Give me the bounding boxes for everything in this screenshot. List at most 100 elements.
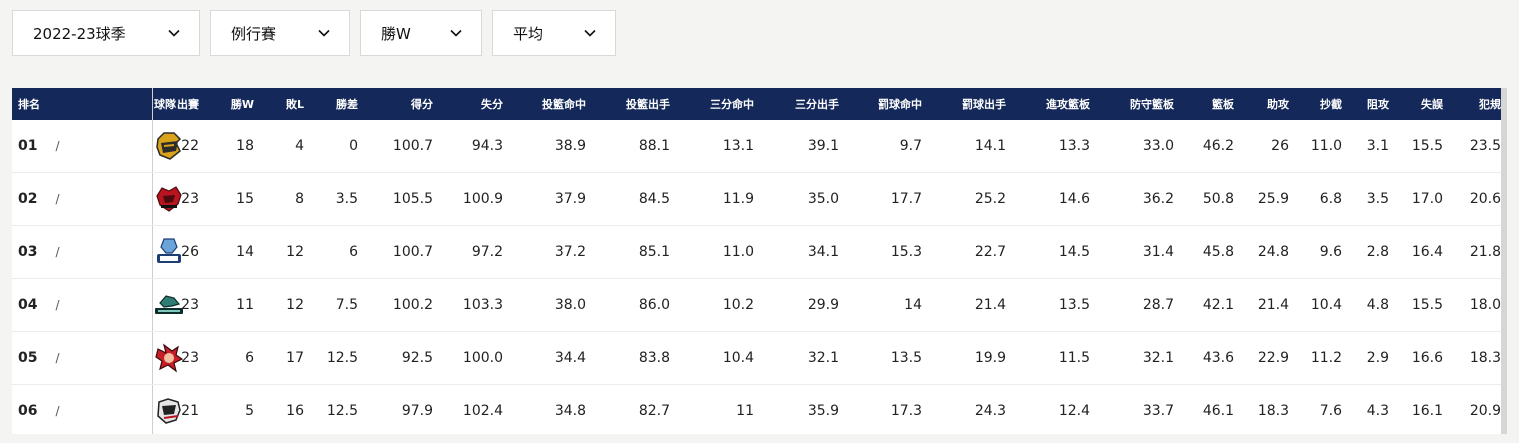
column-header[interactable]: 進攻籃板 — [1012, 88, 1096, 120]
stat-cell: 24.3 — [928, 384, 1012, 434]
stat-cell: 11.2 — [1295, 331, 1348, 385]
column-header[interactable]: 勝差 — [310, 88, 364, 120]
table-row[interactable]: 06/21 5 16 12.5 97.9 102.4 34.8 82.7 11 35.9 17.3 2… — [12, 384, 1501, 434]
column-header[interactable]: 勝W — [205, 88, 260, 120]
column-header[interactable]: 投籃命中 — [509, 88, 592, 120]
stat-cell: 12.5 — [310, 331, 364, 385]
stat-cell: 39.1 — [760, 120, 845, 173]
column-header[interactable]: 排名 — [12, 88, 74, 120]
team-cell[interactable] — [74, 225, 181, 279]
column-header[interactable]: 球隊 — [74, 88, 176, 120]
team-cell[interactable] — [74, 384, 181, 434]
rank-number: 06 — [18, 403, 38, 419]
rank-cell: 02 / — [12, 172, 74, 226]
column-header[interactable]: 防守籃板 — [1096, 88, 1180, 120]
stat-cell: 5 — [205, 384, 260, 434]
stat-cell: 34.8 — [509, 384, 592, 434]
column-header[interactable]: 抄截 — [1295, 88, 1348, 120]
stat-cell: 17 — [260, 331, 310, 385]
column-header[interactable]: 三分命中 — [676, 88, 760, 120]
stat-cell: 3.5 — [1348, 172, 1395, 226]
stat-cell: 33.7 — [1096, 384, 1180, 434]
stat-cell: 17.0 — [1395, 172, 1449, 226]
stat-cell: 11.0 — [676, 225, 760, 279]
team-cell[interactable] — [74, 278, 183, 332]
column-header[interactable]: 籃板 — [1180, 88, 1240, 120]
stat-cell: 100.0 — [439, 331, 509, 385]
team-cell[interactable] — [74, 331, 184, 385]
sort-dropdown[interactable]: 勝W — [360, 10, 482, 56]
chevron-down-icon — [168, 29, 180, 37]
stat-cell: 11.9 — [676, 172, 760, 226]
table-row[interactable]: 01/22 18 4 0 100.7 94.3 38.9 88.1 13.1 39.1 9.7 14.… — [12, 120, 1501, 173]
stat-cell: 15.5 — [1395, 278, 1449, 332]
stat-cell: 97.2 — [439, 225, 509, 279]
stat-cell: 38.9 — [509, 120, 592, 173]
stat-cell: 37.9 — [509, 172, 592, 226]
stat-cell: 18.3 — [1240, 384, 1295, 434]
stat-cell: 9.6 — [1295, 225, 1348, 279]
column-header[interactable]: 敗L — [260, 88, 310, 120]
stat-cell: 84.5 — [592, 172, 676, 226]
stat-cell: 13.3 — [1012, 120, 1096, 173]
table-row[interactable]: 02/23 15 8 3.5 105.5 100.9 37.9 84.5 11.9 35.0 17.… — [12, 172, 1501, 226]
stat-cell: 24.8 — [1240, 225, 1295, 279]
stat-mode-dropdown-label: 平均 — [513, 24, 544, 43]
table-row[interactable]: 04 / 23 11 12 7.5 100.2 103.3 38.0 86.0 10.2 29.9 14… — [12, 278, 1501, 332]
rank-cell: 01 / — [12, 120, 74, 173]
stat-cell: 11.0 — [1295, 120, 1348, 173]
stat-cell: 32.1 — [1096, 331, 1180, 385]
rank-cell: 03 / — [12, 225, 74, 279]
stat-cell: 21.4 — [1240, 278, 1295, 332]
stat-cell: 11 — [205, 278, 260, 332]
stat-cell: 6.8 — [1295, 172, 1348, 226]
stat-cell: 45.8 — [1180, 225, 1240, 279]
column-header[interactable]: 失誤 — [1395, 88, 1449, 120]
table-body: 01/22 18 4 0 100.7 94.3 38.9 88.1 13.1 39.1 9.7 14.… — [12, 120, 1501, 434]
chevron-down-icon — [318, 29, 330, 37]
stat-cell: 22.7 — [928, 225, 1012, 279]
stat-cell: 17.3 — [845, 384, 928, 434]
season-dropdown[interactable]: 2022-23球季 — [12, 10, 200, 56]
rank-number: 03 — [18, 244, 38, 260]
column-header[interactable]: 罰球出手 — [928, 88, 1012, 120]
game-type-dropdown[interactable]: 例行賽 — [210, 10, 350, 56]
team-cell[interactable] — [74, 120, 182, 173]
stat-cell: 15.5 — [1395, 120, 1449, 173]
stat-cell: 4.8 — [1348, 278, 1395, 332]
column-header[interactable]: 助攻 — [1240, 88, 1295, 120]
column-header[interactable]: 三分出手 — [760, 88, 845, 120]
stat-cell: 9.7 — [845, 120, 928, 173]
stat-cell: 35.9 — [760, 384, 845, 434]
stat-cell: 21.4 — [928, 278, 1012, 332]
stat-cell: 11.5 — [1012, 331, 1096, 385]
stat-mode-dropdown[interactable]: 平均 — [492, 10, 616, 56]
stat-cell: 29.9 — [760, 278, 845, 332]
team-cell[interactable] — [74, 172, 182, 226]
column-header[interactable]: 投籃出手 — [592, 88, 676, 120]
stat-cell: 15 — [205, 172, 260, 226]
stat-cell: 4.3 — [1348, 384, 1395, 434]
column-header[interactable]: 得分 — [364, 88, 439, 120]
column-header[interactable]: 阻攻 — [1348, 88, 1395, 120]
stat-cell: 10.2 — [676, 278, 760, 332]
standings-table-container[interactable]: 排名 球隊 出賽 勝W 敗L 勝差 得分 失分 投籃命中 投籃出手 三分命中 三分出手 罰球命中 罰球出手… — [12, 88, 1507, 434]
stat-cell: 46.1 — [1180, 384, 1240, 434]
stat-cell: 83.8 — [592, 331, 676, 385]
filter-bar: 2022-23球季 例行賽 勝W 平均 — [12, 10, 616, 56]
stat-cell: 43.6 — [1180, 331, 1240, 385]
stat-cell: 17.7 — [845, 172, 928, 226]
stat-cell: 100.2 — [364, 278, 439, 332]
table-row[interactable]: 03/26 14 12 6 100.7 97.2 37.2 85.1 11.0 34.1 15.3 2… — [12, 225, 1501, 279]
stat-cell: 26 — [1240, 120, 1295, 173]
rank-change-indicator: / — [55, 192, 60, 206]
rank-number: 04 — [18, 297, 38, 313]
column-header[interactable]: 犯規 — [1449, 88, 1501, 120]
stat-cell: 7.6 — [1295, 384, 1348, 434]
table-row[interactable]: 05/23 6 17 12.5 92.5 100.0 34.4 83.8 10.4 32.1 13.… — [12, 331, 1501, 385]
stat-cell: 3.5 — [310, 172, 364, 226]
column-header[interactable]: 罰球命中 — [845, 88, 928, 120]
stat-cell: 14.6 — [1012, 172, 1096, 226]
stat-cell: 12.5 — [310, 384, 364, 434]
column-header[interactable]: 失分 — [439, 88, 509, 120]
